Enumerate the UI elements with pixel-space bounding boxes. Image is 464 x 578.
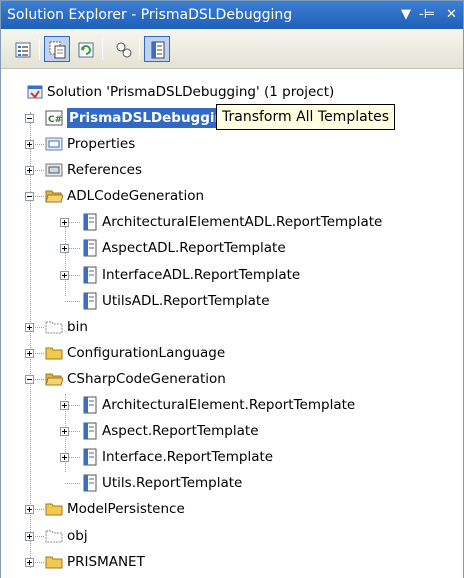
tree-item-label: obj	[67, 528, 88, 544]
references-icon	[45, 163, 63, 177]
folder-hidden-icon	[45, 530, 63, 543]
expand-toggle[interactable]	[60, 244, 69, 253]
solution-icon	[27, 85, 43, 99]
template-file-icon	[83, 474, 97, 492]
auto-hide-pin-button[interactable]: ‑⊨	[419, 1, 435, 29]
folder-open-icon	[45, 190, 63, 203]
template-file-icon	[83, 213, 97, 231]
expand-toggle[interactable]	[25, 558, 34, 567]
folder-icon	[45, 556, 63, 569]
tooltip: Transform All Templates	[216, 104, 396, 130]
template-file-icon	[83, 292, 97, 310]
tree-item-label: ArchitecturalElementADL.ReportTemplate	[102, 214, 383, 230]
solution-tree: Solution 'PrismaDSLDebugging' (1 project…	[1, 70, 463, 578]
folder-open-icon	[45, 373, 63, 386]
refresh-button[interactable]	[72, 36, 98, 62]
tree-item-label: ADLCodeGeneration	[67, 188, 205, 204]
window-title: Solution Explorer - PrismaDSLDebugging	[7, 7, 293, 23]
expand-toggle[interactable]	[60, 401, 69, 410]
tree-item-label: UtilsADL.ReportTemplate	[102, 293, 270, 309]
expand-toggle[interactable]	[60, 453, 69, 462]
tree-item-label: bin	[67, 319, 88, 335]
tree-item-label: ConfigurationLanguage	[67, 345, 226, 361]
tree-item-label: PRISMANET	[67, 554, 145, 570]
expand-toggle[interactable]	[25, 532, 34, 541]
svg-text:C#: C#	[48, 115, 62, 125]
expand-toggle[interactable]	[25, 323, 34, 332]
template-file-icon	[83, 266, 97, 284]
properties-folder-icon	[45, 137, 63, 151]
toolbar-separator	[139, 38, 140, 60]
tree-connector	[65, 483, 80, 484]
folder-hidden-icon	[45, 321, 63, 334]
project-label: PrismaDSLDebugging	[67, 108, 236, 128]
properties-button[interactable]	[9, 36, 35, 62]
expand-toggle[interactable]	[60, 271, 69, 280]
csharp-project-icon: C#	[45, 110, 63, 126]
expand-toggle[interactable]	[25, 349, 34, 358]
toolbar-separator	[39, 38, 40, 60]
template-file-icon	[83, 422, 97, 440]
expand-toggle[interactable]	[25, 140, 34, 149]
collapse-toggle[interactable]	[25, 375, 34, 384]
solution-label: Solution 'PrismaDSLDebugging' (1 project…	[47, 84, 335, 100]
window-position-dropdown[interactable]: ▼	[401, 1, 411, 29]
tree-item-label: Interface.ReportTemplate	[102, 449, 274, 465]
tree-connector	[65, 301, 80, 302]
folder-icon	[45, 347, 63, 360]
transform-all-templates-icon	[151, 41, 165, 59]
tree-item-label: Utils.ReportTemplate	[102, 475, 243, 491]
tree-item-label: ModelPersistence	[67, 501, 185, 517]
show-all-files-icon	[49, 41, 66, 59]
tree-item-label: InterfaceADL.ReportTemplate	[102, 267, 301, 283]
expand-toggle[interactable]	[60, 427, 69, 436]
tree-item-label: Aspect.ReportTemplate	[102, 423, 259, 439]
class-diagram-icon	[116, 42, 132, 58]
refresh-icon	[78, 42, 94, 58]
close-button[interactable]: ✕	[446, 1, 457, 29]
view-class-diagram-button[interactable]	[110, 36, 136, 62]
folder-icon	[45, 503, 63, 516]
tree-item-label: References	[67, 162, 143, 178]
expand-toggle[interactable]	[25, 166, 34, 175]
solution-explorer-window: Solution Explorer - PrismaDSLDebugging ▼…	[0, 0, 464, 578]
title-bar: Solution Explorer - PrismaDSLDebugging ▼…	[1, 1, 463, 29]
tree-guide-line	[65, 218, 66, 296]
template-file-icon	[83, 239, 97, 257]
tree-item-label: CSharpCodeGeneration	[67, 371, 226, 387]
expand-toggle[interactable]	[25, 505, 34, 514]
toolbar-separator	[102, 38, 103, 60]
template-file-icon	[83, 448, 97, 466]
tree-item-label: AspectADL.ReportTemplate	[102, 240, 286, 256]
properties-icon	[15, 42, 31, 58]
expand-toggle[interactable]	[60, 218, 69, 227]
tree-item-label: Properties	[67, 136, 136, 152]
collapse-toggle[interactable]	[25, 192, 34, 201]
tree-guide-line	[30, 112, 31, 568]
template-file-icon	[83, 396, 97, 414]
collapse-toggle[interactable]	[25, 114, 34, 123]
transform-all-templates-button[interactable]	[144, 36, 170, 62]
toolbar	[1, 29, 463, 69]
tree-item-label: ArchitecturalElement.ReportTemplate	[102, 397, 356, 413]
show-all-files-button[interactable]	[44, 36, 70, 62]
